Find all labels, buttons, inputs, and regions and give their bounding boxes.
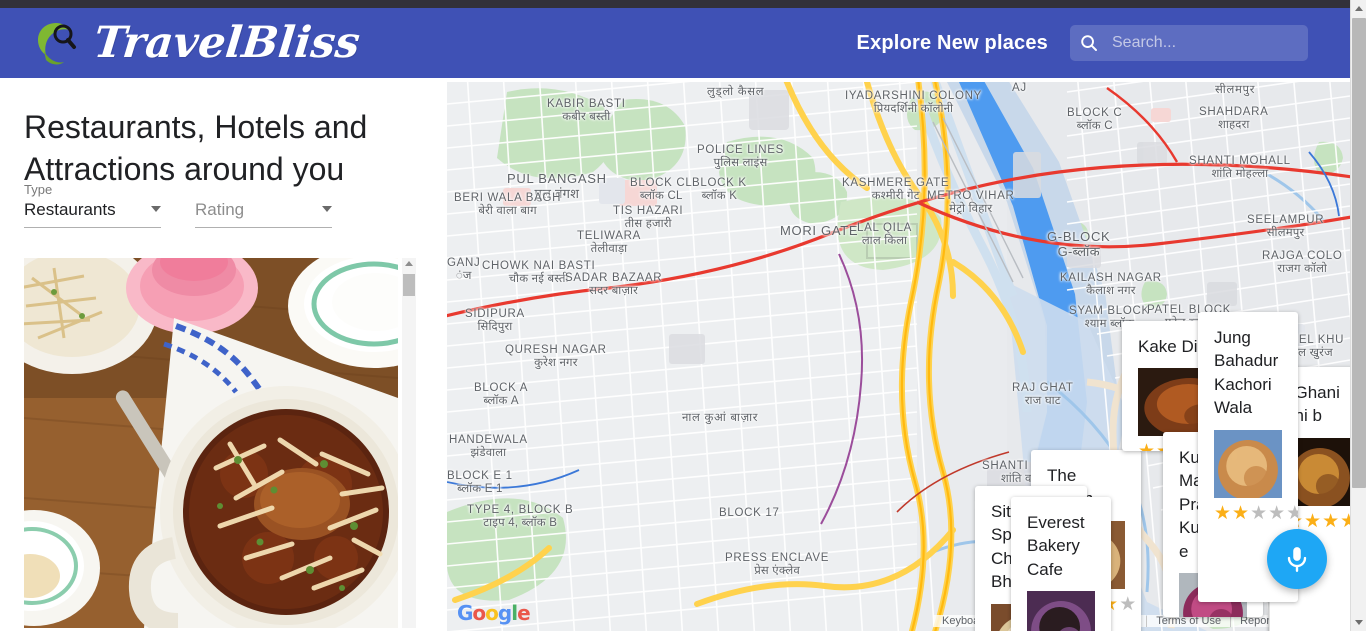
chevron-down-icon [322,206,332,213]
microphone-icon [1287,547,1307,572]
place-card-image [1214,429,1282,498]
type-filter-label: Type [24,182,53,198]
filters: Type Restaurants Rating [24,182,416,229]
rating-filter[interactable]: Rating [195,200,332,229]
search-input[interactable] [1110,25,1298,61]
place-card-image [1027,591,1095,631]
star-filled-icon: ★ [1340,510,1350,532]
type-filter[interactable]: Type Restaurants [24,182,161,229]
page-scrollbar[interactable] [1350,0,1366,631]
featured-food-image [24,258,398,629]
star-filled-icon: ★ [1304,510,1322,532]
star-empty-icon: ★ [1286,502,1298,524]
place-card-title: Everest Bakery Cafe [1027,513,1085,579]
explore-new-places-link[interactable]: Explore New places [857,32,1048,55]
star-filled-icon: ★ [1322,510,1340,532]
scroll-down-arrow-icon[interactable] [1351,614,1366,631]
voice-search-button[interactable] [1267,529,1327,589]
header-right: Explore New places [857,25,1308,61]
scroll-up-arrow-icon[interactable] [405,261,413,267]
map-canvas[interactable]: KABIR BASTI कबीर बस्ती POLICE LINES पुलिस ल… [447,82,1350,631]
chevron-down-icon [151,206,161,213]
page-scrollbar-thumb[interactable] [1352,18,1366,488]
app-header: TravelBliss Explore New places [0,8,1350,78]
type-filter-value: Restaurants [24,200,116,220]
scroll-up-arrow-icon[interactable] [1351,0,1366,17]
search-icon [1081,35,1097,51]
featured-image-scrollbar[interactable] [402,258,416,629]
featured-image-card [24,258,416,629]
scrollbar-thumb[interactable] [403,274,415,297]
brand[interactable]: TravelBliss [30,17,363,69]
star-filled-icon: ★ [1232,502,1250,524]
star-empty-icon: ★ [1250,502,1268,524]
star-filled-icon: ★ [1138,442,1155,451]
globe-search-icon [30,17,82,69]
place-card-title: Jung Bahadur Kachori Wala [1214,328,1279,418]
left-panel: Restaurants, Hotels and Attractions arou… [0,78,440,631]
brand-name: TravelBliss [91,17,363,68]
place-card-rating: ★★★★★ [1214,502,1298,524]
app-root: TravelBliss Explore New places Restauran… [0,0,1366,631]
place-card-everest-bakery-cafe[interactable]: Everest Bakery Cafe★★★★★ [1011,497,1111,631]
rating-filter-value: Rating [195,200,245,220]
page-title: Restaurants, Hotels and Attractions arou… [24,109,368,188]
search-box[interactable] [1070,25,1308,61]
star-empty-icon: ★ [1268,502,1286,524]
star-filled-icon: ★ [1214,502,1232,524]
star-empty-icon: ★ [1119,593,1137,615]
browser-top-strip [0,0,1350,8]
